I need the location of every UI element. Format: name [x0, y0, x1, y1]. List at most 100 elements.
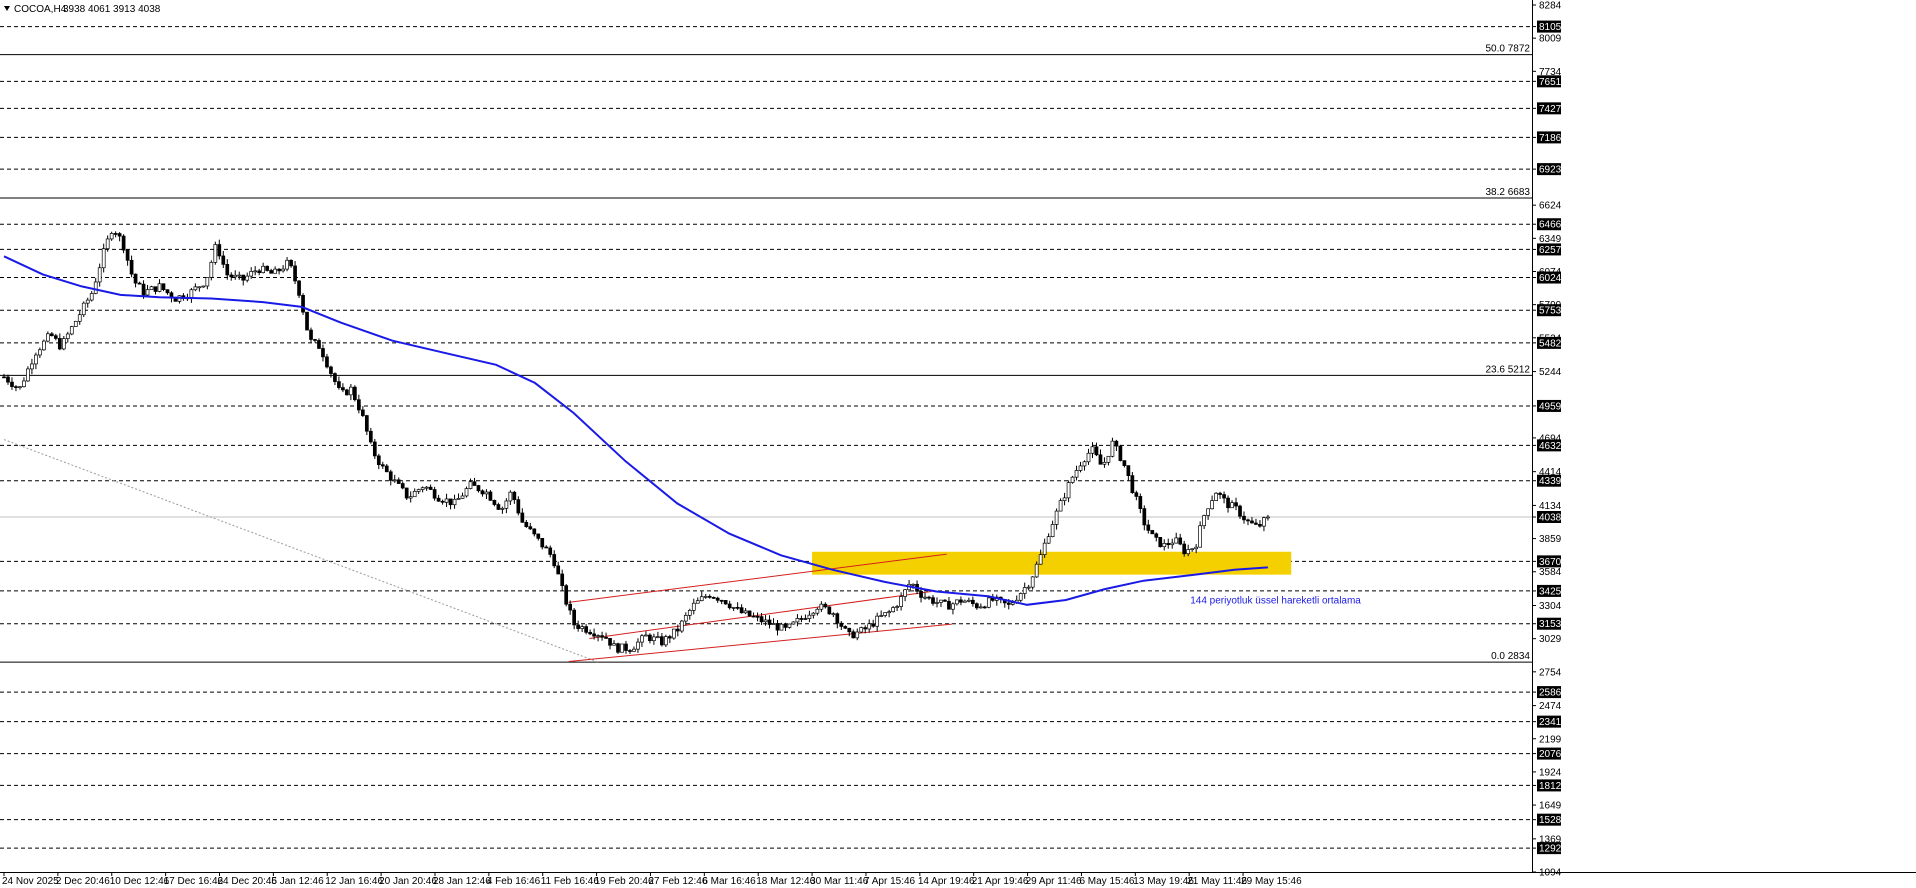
candle-body — [325, 356, 329, 368]
candle-body — [460, 495, 465, 499]
candle-body — [787, 623, 792, 628]
candle-body — [440, 500, 445, 503]
candle-body — [1006, 602, 1011, 605]
candle-body — [372, 441, 377, 457]
candle — [121, 234, 126, 254]
candle-body — [333, 373, 337, 382]
candle — [149, 285, 154, 291]
candle-body — [18, 386, 22, 389]
candle-body — [472, 481, 477, 486]
candle-body — [624, 643, 628, 651]
candle-body — [65, 333, 70, 339]
candle-body — [492, 500, 497, 505]
candle-body — [22, 380, 26, 388]
candle-body — [38, 349, 42, 356]
candle-body — [353, 386, 357, 401]
time-axis-label: 11 Feb 16:46 — [541, 876, 600, 887]
candle-body — [309, 329, 313, 340]
candle-body — [1110, 440, 1115, 457]
candle — [723, 600, 728, 605]
candle-body — [313, 339, 317, 341]
candle-body — [201, 285, 206, 288]
price-axis-label: 4632 — [1539, 441, 1562, 452]
candle — [1150, 530, 1155, 535]
candle-body — [81, 302, 86, 316]
candle-body — [161, 283, 166, 291]
candle-body — [1118, 445, 1123, 461]
candle-body — [671, 628, 676, 639]
time-axis-label: 18 Mar 12:46 — [756, 876, 815, 887]
candle-body — [699, 596, 704, 602]
candle-body — [257, 270, 262, 274]
price-axis-label: 5753 — [1539, 306, 1562, 317]
candle-body — [1130, 475, 1135, 494]
candle — [69, 325, 74, 336]
candle-body — [747, 610, 752, 617]
candle — [372, 438, 377, 459]
price-chart[interactable]: 50.0 7872 38.2 6683 23.6 5212 0.0 2834 144 … — [0, 0, 1916, 888]
candle-body — [1134, 492, 1139, 497]
price-axis-label: 6466 — [1539, 220, 1562, 231]
candle — [42, 339, 46, 351]
chart-header: COCOA,H4 3938 4061 3913 4038 — [4, 4, 161, 15]
candle-body — [484, 491, 489, 495]
candle-body — [528, 526, 533, 530]
candle — [305, 311, 309, 331]
candle-body — [823, 603, 828, 608]
price-axis-label: 4339 — [1539, 476, 1562, 487]
candle-body — [273, 268, 277, 274]
candle-body — [1142, 508, 1147, 526]
candle-body — [779, 623, 784, 631]
price-axis-label: 2754 — [1539, 667, 1562, 678]
candle-body — [321, 348, 325, 358]
candle-body — [1050, 524, 1055, 537]
candle-body — [285, 259, 289, 270]
candle — [616, 642, 620, 654]
price-axis-label: 5244 — [1539, 367, 1562, 378]
candle-body — [213, 244, 218, 263]
time-axis-label: 12 Jan 16:46 — [325, 876, 383, 887]
candle-body — [735, 606, 740, 609]
candle-body — [400, 483, 405, 489]
candle-body — [404, 487, 409, 499]
candle-body — [679, 620, 684, 632]
candle-body — [739, 607, 744, 614]
time-axis-label: 29 May 15:46 — [1241, 876, 1302, 887]
price-axis-label: 3425 — [1539, 586, 1562, 597]
candle — [213, 241, 218, 265]
candle — [1158, 536, 1163, 548]
candle-body — [683, 615, 688, 622]
candle-body — [217, 244, 222, 257]
candle-body — [791, 621, 796, 625]
candle-body — [1154, 533, 1159, 538]
candle — [679, 619, 684, 633]
candle-body — [14, 386, 18, 388]
candle-body — [548, 547, 553, 555]
candle-body — [504, 500, 509, 509]
candle — [301, 293, 305, 315]
candle-body — [480, 490, 485, 495]
candle-body — [783, 623, 788, 628]
candle — [791, 621, 796, 625]
candle-body — [1178, 537, 1183, 545]
candle-body — [1126, 465, 1131, 476]
candle-body — [636, 641, 640, 650]
time-axis-label: 27 Feb 12:46 — [648, 876, 707, 887]
candle-body — [975, 603, 979, 609]
candle-body — [293, 265, 297, 282]
price-axis-label: 7651 — [1539, 77, 1562, 88]
candle-body — [835, 613, 840, 624]
candle-body — [751, 615, 756, 618]
candle-body — [536, 533, 541, 539]
candle-body — [1082, 461, 1087, 467]
candle-body — [891, 607, 895, 613]
candle-body — [73, 320, 78, 327]
candle-body — [317, 340, 321, 349]
time-axis-label: 28 Jan 12:46 — [433, 876, 491, 887]
candle-body — [935, 602, 939, 604]
candle-body — [1238, 505, 1242, 517]
time-axis-label: 29 Apr 11:46 — [1026, 876, 1082, 887]
candle-body — [396, 479, 401, 484]
candle-body — [512, 491, 517, 500]
candle-body — [911, 583, 915, 586]
